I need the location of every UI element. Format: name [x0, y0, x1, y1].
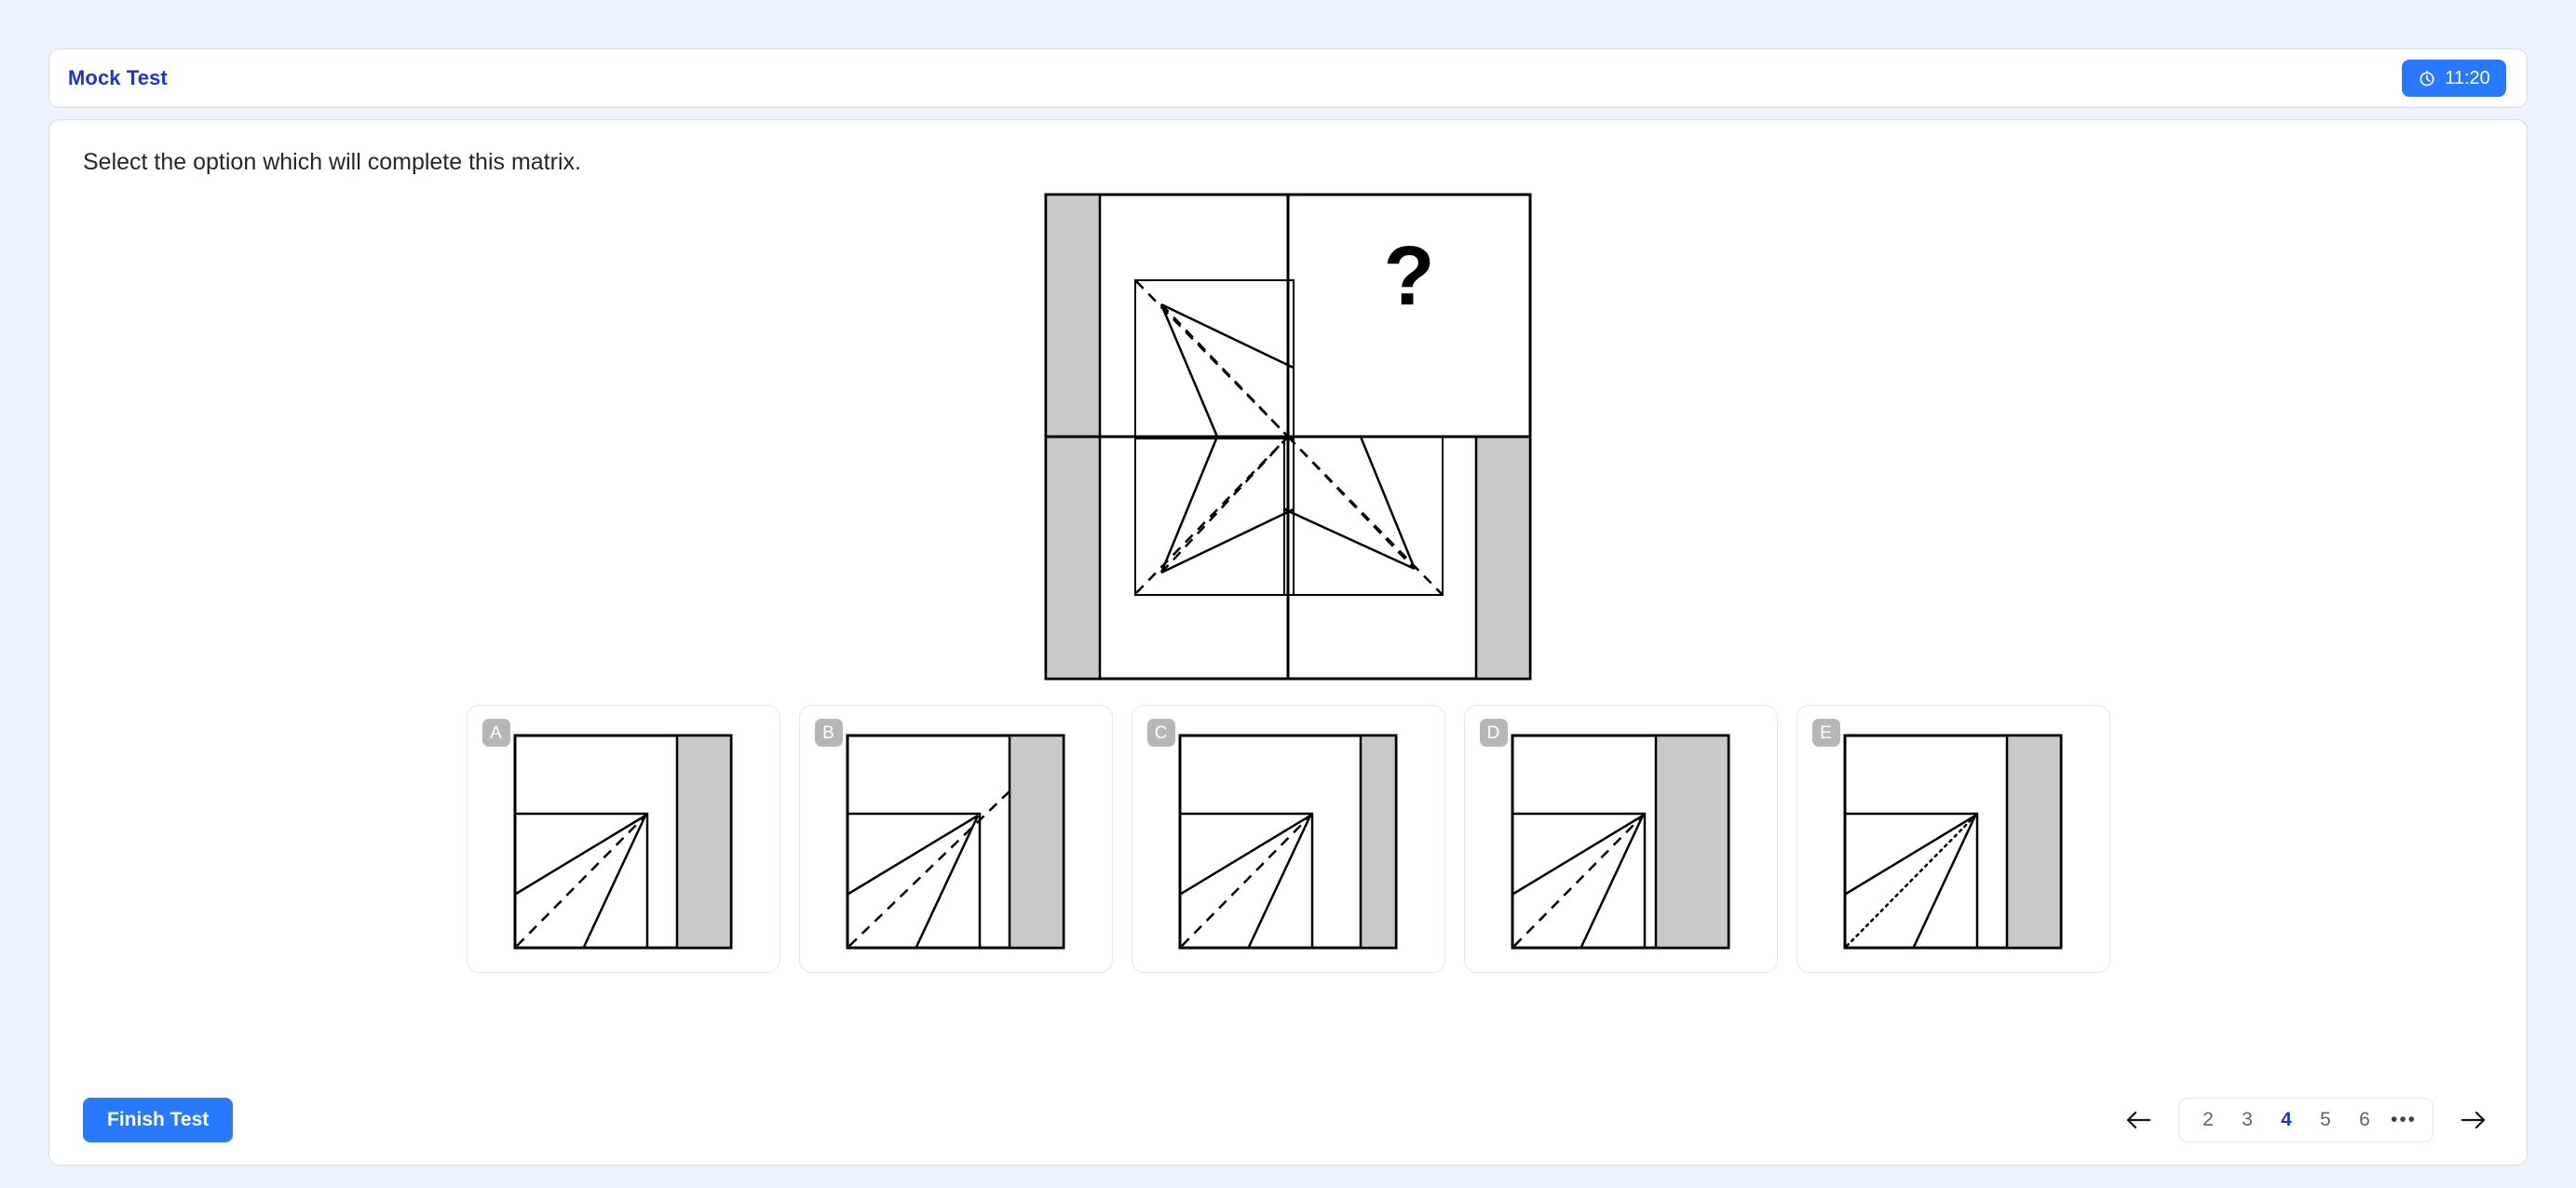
finish-test-button[interactable]: Finish Test: [83, 1098, 234, 1142]
option-card-d[interactable]: D: [1463, 705, 1778, 973]
pagination-pages: 2 3 4 5 6 •••: [2178, 1098, 2434, 1142]
option-badge-a: A: [481, 719, 510, 747]
question-panel: Select the option which will complete th…: [48, 119, 2528, 1166]
option-card-b[interactable]: B: [798, 705, 1113, 973]
option-figure-c: [1178, 734, 1398, 950]
option-badge-e: E: [1811, 719, 1840, 747]
option-figure-e: [1843, 734, 2063, 950]
option-card-c[interactable]: C: [1131, 705, 1445, 973]
option-badge-c: C: [1146, 719, 1175, 747]
page-button-2[interactable]: 2: [2189, 1100, 2228, 1140]
option-shade-bar: [1654, 734, 1730, 950]
matrix-figure-wrap: ?: [83, 193, 2493, 681]
option-shade-bar: [1359, 734, 1398, 950]
matrix-figure: ?: [1044, 193, 1532, 681]
test-header: Mock Test 11:20: [48, 48, 2528, 108]
option-shade-bar: [675, 734, 733, 950]
pagination: 2 3 4 5 6 •••: [2119, 1098, 2493, 1142]
timer-value: 11:20: [2445, 67, 2490, 88]
option-figure-b: [846, 734, 1065, 950]
page-button-4-active[interactable]: 4: [2267, 1100, 2306, 1140]
question-footer: Finish Test 2 3 4 5 6 •••: [49, 1075, 2527, 1165]
option-badge-d: D: [1479, 719, 1508, 747]
arrow-left-icon[interactable]: [2119, 1100, 2158, 1140]
option-card-e[interactable]: E: [1796, 705, 2110, 973]
timer-icon: [2418, 69, 2436, 88]
shade-bar-bottom-left: [1044, 435, 1102, 681]
shade-bar-bottom-right: [1474, 435, 1532, 681]
page-button-3[interactable]: 3: [2228, 1100, 2267, 1140]
arrow-right-icon[interactable]: [2454, 1100, 2493, 1140]
timer-badge[interactable]: 11:20: [2402, 60, 2506, 97]
option-shade-bar: [1008, 734, 1065, 950]
option-shade-bar: [2005, 734, 2063, 950]
option-card-a[interactable]: A: [466, 705, 780, 973]
page-button-6[interactable]: 6: [2345, 1100, 2384, 1140]
question-prompt: Select the option which will complete th…: [83, 149, 581, 175]
shade-bar-top-left: [1044, 193, 1102, 439]
mock-test-page: Mock Test 11:20 Select the option which …: [0, 0, 2576, 1188]
option-figure-d: [1511, 734, 1730, 950]
page-ellipsis-button[interactable]: •••: [2384, 1100, 2423, 1140]
answer-options: A B C D E: [83, 705, 2493, 973]
page-title: Mock Test: [68, 66, 168, 89]
missing-cell-question-mark: ?: [1384, 230, 1435, 323]
option-badge-b: B: [814, 719, 843, 747]
page-button-5[interactable]: 5: [2306, 1100, 2345, 1140]
option-figure-a: [513, 734, 733, 950]
